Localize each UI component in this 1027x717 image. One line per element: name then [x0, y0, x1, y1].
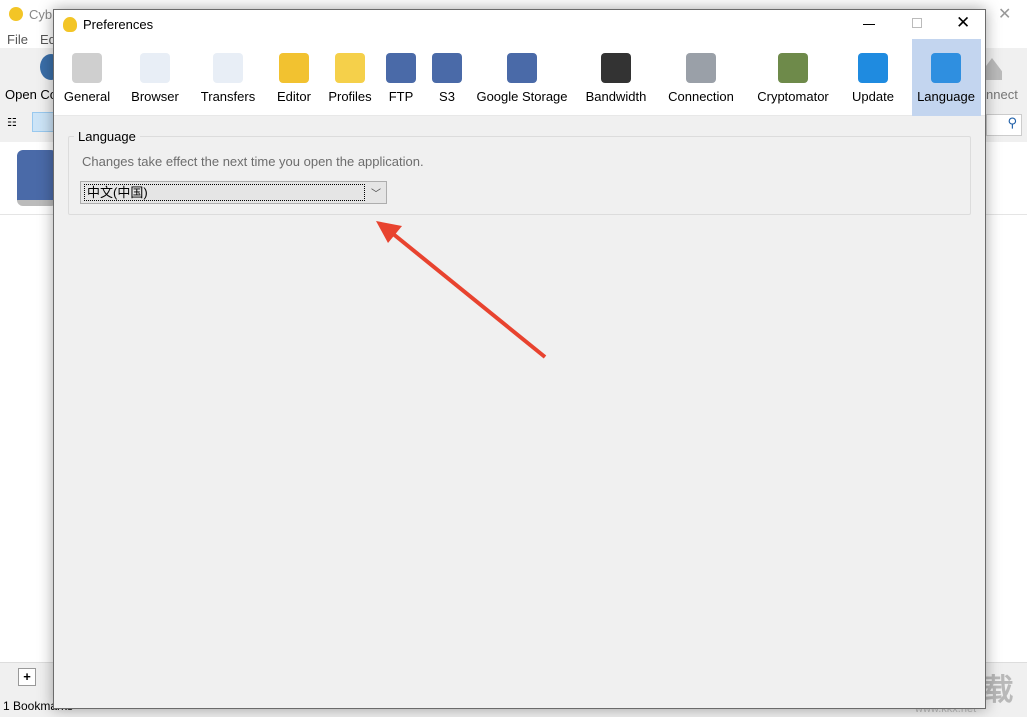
annotation-arrow: [376, 221, 547, 359]
